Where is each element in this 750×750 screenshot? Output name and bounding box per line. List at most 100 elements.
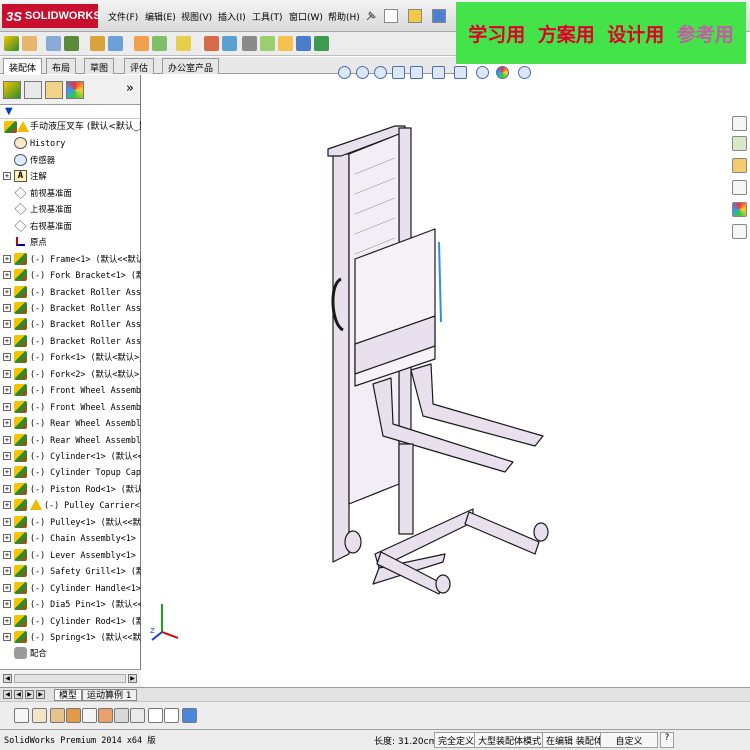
tree-item[interactable]: + (-) Pulley Carrier<1> — [0, 497, 141, 513]
trim-icon[interactable] — [114, 708, 129, 723]
new-document-icon[interactable] — [384, 9, 398, 23]
tree-item[interactable]: + (-) Fork<1> (默认<默认>_显 — [0, 349, 141, 365]
tree-item[interactable]: + (-) Pulley<1> (默认<<默认 — [0, 514, 141, 530]
expand-toggle-icon[interactable]: + — [3, 254, 11, 263]
hole-alignment-icon[interactable] — [296, 36, 311, 51]
expand-toggle-icon[interactable]: + — [3, 419, 11, 428]
circle-icon[interactable] — [66, 708, 81, 723]
save-icon[interactable] — [432, 9, 446, 23]
property-manager-tab-icon[interactable] — [24, 81, 42, 99]
explode-line-sketch-icon[interactable] — [242, 36, 257, 51]
menu-insert[interactable]: 插入(I) — [218, 10, 246, 23]
expand-toggle-icon[interactable]: + — [3, 452, 11, 460]
horizontal-scrollbar[interactable] — [14, 674, 126, 683]
design-library-icon[interactable] — [732, 136, 747, 151]
filter-icon[interactable]: ▼ — [5, 106, 13, 117]
appearances-icon[interactable] — [732, 202, 747, 217]
tab-model[interactable]: 模型 — [54, 689, 83, 701]
expand-toggle-icon[interactable]: + — [3, 287, 11, 296]
tab-office-products[interactable]: 办公室产品 — [162, 58, 220, 74]
view-palette-icon[interactable] — [732, 180, 747, 195]
tree-item[interactable]: + (-) Rear Wheel Assembly<1> — [0, 415, 141, 431]
tree-item[interactable]: + (-) Fork<2> (默认<默认>_显 — [0, 366, 141, 382]
tree-item[interactable]: + (-) Cylinder Handle<1> (默 — [0, 580, 141, 596]
bill-of-materials-icon[interactable] — [204, 36, 219, 51]
menu-view[interactable]: 视图(V) — [181, 10, 212, 23]
scroll-right-icon[interactable]: ▶ — [128, 674, 137, 683]
tab-sketch[interactable]: 草图 — [84, 58, 115, 74]
edit-appearance-icon[interactable] — [496, 66, 509, 79]
expand-toggle-icon[interactable]: + — [3, 632, 11, 641]
tree-root-assembly[interactable]: 手动液压叉车 (默认<默认_显 — [0, 119, 141, 135]
tree-item[interactable]: + (-) Cylinder Topup Cap<1> — [0, 464, 141, 480]
last-tab-icon[interactable]: ▶ — [36, 690, 45, 699]
tree-item[interactable]: 原点 — [0, 234, 141, 250]
view-orientation-icon[interactable] — [432, 66, 445, 79]
tree-item[interactable]: + (-) Dia5 Pin<1> (默认<<默 — [0, 596, 141, 612]
grid-icon[interactable] — [164, 708, 179, 723]
table-icon[interactable] — [148, 708, 163, 723]
expand-toggle-icon[interactable]: + — [3, 468, 11, 477]
expand-toggle-icon[interactable]: + — [3, 534, 11, 543]
exploded-view-icon[interactable] — [222, 36, 237, 51]
expand-panel-icon[interactable]: » — [126, 81, 134, 96]
view-3d-icon[interactable] — [182, 708, 197, 723]
sketch-icon[interactable] — [14, 708, 29, 723]
offset-icon[interactable] — [130, 708, 145, 723]
tree-item[interactable]: 传感器 — [0, 152, 141, 168]
instant3d-icon[interactable] — [314, 36, 329, 51]
first-tab-icon[interactable]: ◀ — [3, 690, 12, 699]
expand-toggle-icon[interactable]: + — [3, 271, 11, 280]
tab-evaluate[interactable]: 评估 — [124, 58, 155, 74]
tree-item[interactable]: + (-) Piston Rod<1> (默认<< — [0, 481, 141, 497]
tree-item[interactable]: History — [0, 135, 141, 151]
file-explorer-icon[interactable] — [732, 158, 747, 173]
expand-toggle-icon[interactable]: + — [3, 616, 11, 625]
tree-item[interactable]: + (-) Rear Wheel Assembly<2> — [0, 432, 141, 448]
tree-item[interactable]: + (-) Bracket Roller Assembl — [0, 300, 141, 316]
reference-geometry-icon[interactable] — [152, 36, 167, 51]
expand-toggle-icon[interactable]: + — [3, 517, 11, 526]
custom-properties-icon[interactable] — [732, 224, 747, 239]
tab-motion-study[interactable]: 运动算例 1 — [82, 689, 137, 701]
display-style-icon[interactable] — [454, 66, 467, 79]
move-component-icon[interactable] — [90, 36, 105, 51]
assembly-features-icon[interactable] — [134, 36, 149, 51]
linear-pattern-icon[interactable] — [46, 36, 61, 51]
home-icon[interactable] — [732, 116, 747, 131]
expand-toggle-icon[interactable]: + — [3, 435, 11, 444]
help-icon[interactable]: ? — [660, 732, 674, 748]
expand-toggle-icon[interactable]: + — [3, 484, 11, 493]
zoom-to-fit-icon[interactable] — [338, 66, 351, 79]
tree-item[interactable]: + (-) Frame<1> (默认<<默认>_ — [0, 251, 141, 267]
tree-item[interactable]: + (-) Cylinder Rod<1> (默认 — [0, 613, 141, 629]
expand-toggle-icon[interactable]: + — [3, 402, 11, 411]
expand-toggle-icon[interactable]: + — [3, 303, 11, 312]
expand-toggle-icon[interactable]: + — [3, 320, 11, 329]
tree-item[interactable]: + (-) Bracket Roller Assembl — [0, 316, 141, 332]
configuration-manager-tab-icon[interactable] — [45, 81, 63, 99]
tree-item[interactable]: + (-) Front Wheel Assembly<2 — [0, 399, 141, 415]
graphics-area[interactable] — [143, 84, 727, 686]
tree-item[interactable]: + (-) Chain Assembly<1> (默 — [0, 530, 141, 546]
tab-layout[interactable]: 布局 — [46, 58, 77, 74]
menu-help[interactable]: 帮助(H) — [328, 10, 360, 23]
tab-assembly[interactable]: 装配体 — [3, 58, 43, 74]
tree-item[interactable]: 上视基准面 — [0, 201, 141, 217]
scroll-left-icon[interactable]: ◀ — [3, 674, 12, 683]
interference-detection-icon[interactable] — [260, 36, 275, 51]
tree-item[interactable]: 右视基准面 — [0, 218, 141, 234]
open-folder-icon[interactable] — [408, 9, 422, 23]
insert-component-icon[interactable] — [4, 36, 19, 51]
tree-item[interactable]: + (-) Front Wheel Assembly<1 — [0, 382, 141, 398]
menu-window[interactable]: 窗口(W) — [289, 10, 323, 23]
zoom-to-area-icon[interactable] — [356, 66, 369, 79]
tree-item[interactable]: + (-) Cylinder<1> (默认<<默 — [0, 448, 141, 464]
feature-manager-tab-icon[interactable] — [3, 81, 21, 99]
menu-tools[interactable]: 工具(T) — [252, 10, 283, 23]
expand-toggle-icon[interactable]: + — [3, 386, 11, 395]
mate-icon[interactable] — [22, 36, 37, 51]
tree-item[interactable]: + (-) Bracket Roller Assembl — [0, 333, 141, 349]
expand-toggle-icon[interactable]: + — [3, 501, 11, 510]
tree-item[interactable]: 前视基准面 — [0, 185, 141, 201]
